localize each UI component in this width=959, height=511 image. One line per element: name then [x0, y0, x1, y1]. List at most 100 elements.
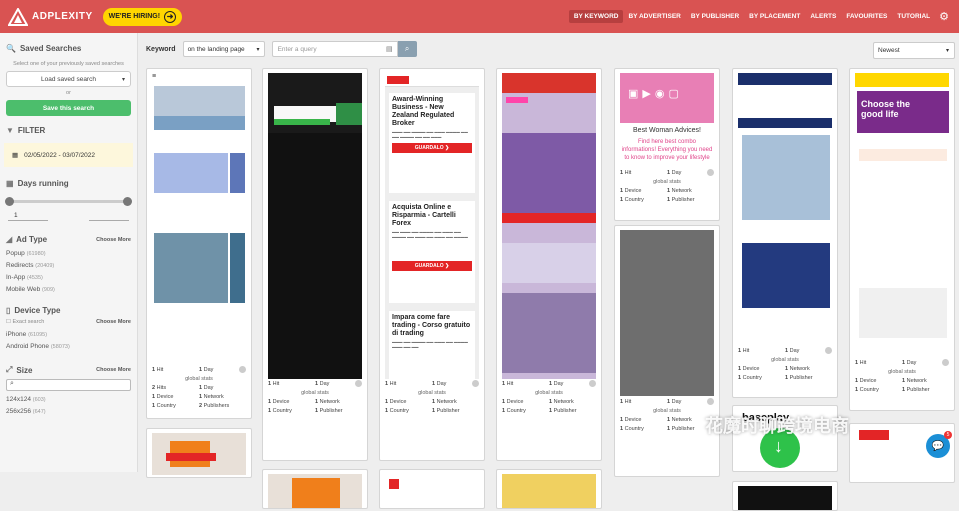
gear-icon[interactable]: ⚙ — [939, 10, 949, 23]
ad-screenshot[interactable] — [738, 486, 832, 510]
days-running-slider[interactable] — [5, 197, 132, 206]
exact-search-checkbox[interactable]: ☐ Exact search — [6, 319, 44, 325]
info-icon[interactable] — [707, 398, 714, 405]
days-min-input[interactable]: 1 — [8, 211, 48, 221]
publisher-label: Publishers — [203, 403, 230, 409]
info-icon[interactable] — [239, 366, 246, 373]
ad-type-choose-more[interactable]: Choose More — [96, 237, 131, 243]
ad-screenshot[interactable] — [620, 230, 714, 396]
size-option[interactable]: 256x256 (647) — [0, 406, 137, 418]
ad-headline: Best Woman Advices! — [633, 127, 701, 134]
ad-cta-button[interactable]: GUARDALO ❯ — [392, 261, 472, 271]
info-icon[interactable] — [942, 359, 949, 366]
ad-card[interactable]: ≡ 1 Hit 1 Day global stats 2 Hits 1 Day 1 … — [146, 68, 252, 419]
ad-card[interactable]: 1 Hit 1 Day global stats 1 Device 1 Networ… — [496, 68, 602, 461]
ad-card[interactable] — [379, 469, 485, 509]
publisher-label: Publisher — [906, 387, 930, 393]
brand-logo[interactable]: ADPLEXITY — [8, 7, 93, 26]
ad-screenshot[interactable] — [268, 73, 362, 379]
publisher-label: Publisher — [671, 197, 695, 203]
ad-type-option[interactable]: Redirects (20409) — [0, 260, 137, 272]
load-saved-search-select[interactable]: Load saved search ▾ — [6, 71, 131, 87]
ad-card[interactable] — [146, 428, 252, 478]
ad-card[interactable]: 1 Hit 1 Day global stats 1 Device 1 Networ… — [614, 225, 720, 477]
network-value: 1 — [432, 399, 436, 405]
device-option[interactable]: iPhone (61095) — [0, 329, 137, 341]
ad-screenshot[interactable]: Award-Winning Business - New Zealand Reg… — [385, 73, 479, 379]
megaphone-icon: ◢ — [6, 235, 13, 244]
ad-screenshot[interactable] — [268, 474, 362, 508]
option-count: (61095) — [28, 332, 48, 338]
ad-screenshot[interactable] — [152, 433, 246, 475]
card-stats: 1 Hit 1 Day global stats 2 Hits 1 Day 1 De… — [152, 366, 246, 411]
network-label: Network — [671, 417, 692, 423]
date-range-picker[interactable]: ▦ 02/05/2022 - 03/07/2022 — [4, 143, 133, 167]
hiring-badge[interactable]: WE'RE HIRING! ➜ — [102, 7, 183, 26]
caret-down-icon: ▾ — [945, 48, 949, 54]
ad-cta-button[interactable]: GUARDALO ❯ — [392, 143, 472, 153]
ad-screenshot[interactable]: ▣▶◉▢ — [620, 73, 714, 123]
chat-button[interactable]: 💬 5 — [926, 431, 952, 458]
chat-icon: 💬 — [931, 440, 945, 452]
ad-screenshot[interactable] — [738, 73, 832, 323]
info-icon[interactable] — [707, 169, 714, 176]
days-max-input[interactable] — [89, 211, 129, 221]
ad-card[interactable] — [496, 469, 602, 509]
ad-type-option[interactable]: In-App (4535) — [0, 272, 137, 284]
keyword-mode-select[interactable]: on the landing page ▾ — [182, 41, 265, 57]
ad-type-title: Ad Type — [16, 235, 48, 244]
ad-card[interactable]: Choose the good life 1 Hit 1 Day global s… — [849, 68, 955, 411]
size-search-input[interactable]: ⌕ — [6, 379, 131, 391]
nav-favourites[interactable]: FAVOURITES — [841, 10, 892, 23]
save-search-button[interactable]: Save this search — [6, 100, 131, 116]
network-label: Network — [906, 378, 927, 384]
network-label: Network — [671, 188, 692, 194]
device-label: Device — [156, 394, 174, 400]
device-choose-more[interactable]: Choose More — [96, 319, 131, 325]
text-ad[interactable]: Award-Winning Business - New Zealand Reg… — [389, 93, 475, 193]
query-input[interactable]: Enter a query ▤ — [271, 41, 398, 57]
info-icon[interactable] — [825, 347, 832, 354]
size-option[interactable]: 124x124 (603) — [0, 394, 137, 406]
card-stats: 1 Hit 1 Day global stats 1 Device 1 Networ… — [738, 347, 832, 383]
option-count: (647) — [32, 409, 46, 415]
nav-by-placement[interactable]: BY PLACEMENT — [744, 10, 805, 23]
slider-min-handle[interactable] — [5, 197, 14, 206]
slider-max-handle[interactable] — [123, 197, 132, 206]
sort-select[interactable]: Newest ▾ — [873, 42, 955, 59]
ad-card[interactable]: 1 Hit 1 Day global stats 1 Device 1 Networ… — [262, 68, 368, 461]
ad-card[interactable]: Award-Winning Business - New Zealand Reg… — [379, 68, 485, 461]
size-choose-more[interactable]: Choose More — [96, 367, 131, 373]
day-value: 1 — [315, 381, 319, 387]
ad-screenshot[interactable] — [385, 474, 479, 508]
text-ad[interactable]: Impara come fare trading - Corso gratuit… — [389, 311, 475, 379]
ad-card[interactable] — [262, 469, 368, 509]
ad-card[interactable] — [732, 481, 838, 511]
ad-type-option[interactable]: Popup (61980) — [0, 248, 137, 260]
ad-type-option[interactable]: Mobile Web (909) — [0, 284, 137, 296]
keyboard-icon[interactable]: ▤ — [386, 45, 393, 53]
nav-by-advertiser[interactable]: BY ADVERTISER — [623, 10, 685, 23]
hits-label: Hit — [624, 170, 632, 176]
info-icon[interactable] — [589, 380, 596, 387]
device-option[interactable]: Android Phone (58073) — [0, 341, 137, 353]
nav-alerts[interactable]: ALERTS — [805, 10, 841, 23]
ad-screenshot[interactable]: ≡ — [152, 73, 246, 363]
ad-screenshot[interactable] — [502, 474, 596, 508]
info-icon[interactable] — [355, 380, 362, 387]
ad-card[interactable]: ▣▶◉▢ Best Woman Advices! Find here best … — [614, 68, 720, 221]
day-label: Day — [436, 381, 447, 387]
ad-screenshot[interactable] — [502, 73, 596, 379]
info-icon[interactable] — [472, 380, 479, 387]
search-button[interactable]: ⌕ — [397, 41, 417, 57]
nav-by-keyword[interactable]: BY KEYWORD — [568, 10, 624, 23]
text-ad[interactable]: Acquista Online e Risparmia - Cartelli F… — [389, 201, 475, 303]
nav-tutorial[interactable]: TUTORIAL — [892, 10, 935, 23]
country-value: 1 — [502, 408, 506, 414]
option-label: 124x124 — [6, 396, 31, 403]
search-icon: 🔍 — [6, 44, 16, 53]
global-stats-label: global stats — [185, 376, 213, 382]
nav-by-publisher[interactable]: BY PUBLISHER — [686, 10, 744, 23]
ad-screenshot[interactable]: Choose the good life — [855, 73, 949, 345]
ad-card[interactable]: 1 Hit 1 Day global stats 1 Device 1 Networ… — [732, 68, 838, 398]
